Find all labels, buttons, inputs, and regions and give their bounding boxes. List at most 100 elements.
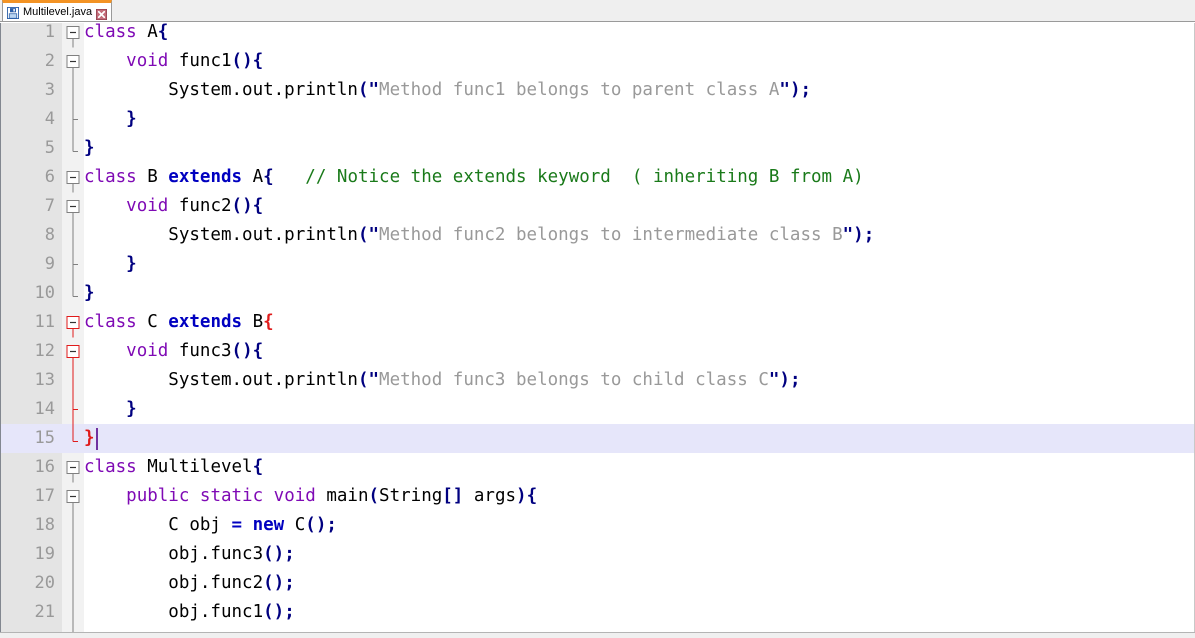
line-number-10: 10	[34, 283, 55, 303]
token-punc: ){	[516, 486, 538, 506]
code-text-line-13[interactable]: System.out.println( "Method func3 belongs…	[84, 366, 800, 395]
code-text-line-15[interactable]: }	[84, 424, 95, 453]
token-punc: (	[357, 370, 369, 390]
line-number-20: 20	[34, 573, 55, 593]
token-brace-match: }	[84, 428, 95, 448]
line-number-7: 7	[44, 196, 55, 216]
token-punc: }	[84, 283, 95, 303]
token-quote: "	[779, 80, 790, 100]
code-text-line-14[interactable]: }	[84, 395, 137, 424]
token-brace-match: {	[263, 312, 274, 332]
code-text-line-9[interactable]: }	[84, 250, 137, 279]
code-text-line-20[interactable]: obj.func2();	[84, 569, 294, 598]
code-text-line-18[interactable]: C obj = new C();	[84, 511, 337, 540]
code-line-5[interactable]: 5}	[1, 134, 1194, 163]
code-text-line-4[interactable]: }	[84, 105, 137, 134]
code-text-line-1[interactable]: class A{	[84, 23, 168, 47]
token-plain: String	[379, 486, 443, 506]
code-line-7[interactable]: 7 void func2(){	[1, 192, 1194, 221]
code-line-6[interactable]: 6 class B extends A{ // Notice the extend…	[1, 163, 1194, 192]
code-line-1[interactable]: 1 class A{	[1, 23, 1194, 47]
token-punc: []	[442, 486, 464, 506]
token-punc: (	[368, 486, 380, 506]
line-number-9: 9	[44, 254, 55, 274]
line-number-3: 3	[44, 80, 55, 100]
code-line-16[interactable]: 16 class Multilevel{	[1, 453, 1194, 482]
token-kw: class	[84, 457, 137, 477]
token-punc: (){	[231, 51, 264, 71]
token-punc: (){	[231, 196, 264, 216]
token-punc: ();	[263, 602, 295, 622]
code-line-8[interactable]: 8 System.out.println("Method func2 belon…	[1, 221, 1194, 250]
token-plain: C	[284, 515, 306, 535]
token-kw: class	[84, 167, 137, 187]
line-number-4: 4	[44, 109, 55, 129]
code-text-line-12[interactable]: void func3(){	[84, 337, 263, 366]
code-text-line-7[interactable]: void func2(){	[84, 192, 263, 221]
code-line-21[interactable]: 21 obj.func1();	[1, 598, 1194, 627]
code-text-line-8[interactable]: System.out.println("Method func2 belongs…	[84, 221, 874, 250]
token-plain: func1	[168, 51, 232, 71]
token-kw2: =	[231, 515, 243, 535]
code-text-line-3[interactable]: System.out.println("Method func1 belongs…	[84, 76, 811, 105]
code-line-11[interactable]: 11 class C extends B{	[1, 308, 1194, 337]
token-kw: public static void	[126, 486, 316, 506]
code-text-line-5[interactable]: }	[84, 134, 95, 163]
token-kw: void	[126, 51, 169, 71]
code-text-line-17[interactable]: public static void main(String[] args){	[84, 482, 537, 511]
token-plain: func2	[168, 196, 232, 216]
line-number-6: 6	[44, 167, 55, 187]
token-quote: "	[368, 225, 380, 245]
token-punc: }	[84, 138, 95, 158]
code-line-14[interactable]: 14 }	[1, 395, 1194, 424]
code-text-line-2[interactable]: void func1(){	[84, 47, 263, 76]
code-line-3[interactable]: 3 System.out.println("Method func1 belon…	[1, 76, 1194, 105]
token-plain: System.out.println	[84, 370, 358, 390]
token-punc: (	[357, 80, 369, 100]
code-text-line-6[interactable]: class B extends A{ // Notice the extends…	[84, 163, 864, 192]
code-editor[interactable]: 1 class A{2 void func1(){ 3 System.out.pri…	[0, 23, 1195, 632]
code-line-15[interactable]: 15}	[1, 424, 1194, 453]
code-text-line-10[interactable]: }	[84, 279, 95, 308]
token-cmt: // Notice the extends keyword ( inheriti…	[305, 167, 864, 187]
horizontal-scrollbar[interactable]	[0, 632, 1195, 638]
tab-label: Multilevel.java	[23, 5, 93, 18]
close-x-icon[interactable]	[96, 7, 108, 20]
token-str: Method func3 belongs to child class C	[379, 370, 769, 390]
tab-multilevel-java[interactable]: Multilevel.java	[2, 0, 113, 21]
code-text-line-11[interactable]: class C extends B{	[84, 308, 274, 337]
line-number-17: 17	[34, 486, 55, 506]
token-punc: {	[157, 23, 169, 42]
code-text-line-16[interactable]: class Multilevel{	[84, 453, 263, 482]
token-kw: void	[126, 196, 169, 216]
token-kw2: new	[252, 515, 285, 535]
code-line-20[interactable]: 20 obj.func2();	[1, 569, 1194, 598]
code-text-line-19[interactable]: obj.func3();	[84, 540, 295, 569]
code-line-9[interactable]: 9 }	[1, 250, 1194, 279]
code-line-18[interactable]: 18 C obj = new C();	[1, 511, 1194, 540]
code-line-2[interactable]: 2 void func1(){	[1, 47, 1194, 76]
token-plain: B	[136, 167, 169, 187]
fold-tree-artwork	[66, 26, 80, 632]
line-number-18: 18	[34, 515, 55, 535]
code-line-13[interactable]: 13 System.out.println("Method func3 belo…	[1, 366, 1194, 395]
token-kw2: extends	[168, 167, 243, 187]
token-kw: void	[126, 341, 169, 361]
code-line-4[interactable]: 4 }	[1, 105, 1194, 134]
code-line-17[interactable]: 17 public static void main(String[] args…	[1, 482, 1194, 511]
code-line-19[interactable]: 19 obj.func3();	[1, 540, 1194, 569]
token-quote: "	[768, 370, 780, 390]
token-plain: args	[463, 486, 517, 506]
code-line-10[interactable]: 10}	[1, 279, 1194, 308]
code-line-12[interactable]: 12 void func3(){	[1, 337, 1194, 366]
token-plain: obj.func3	[84, 544, 264, 564]
line-number-1: 1	[44, 23, 55, 42]
token-punc: ();	[263, 544, 295, 564]
code-text-line-21[interactable]: obj.func1();	[84, 598, 295, 627]
token-kw: class	[84, 312, 137, 332]
